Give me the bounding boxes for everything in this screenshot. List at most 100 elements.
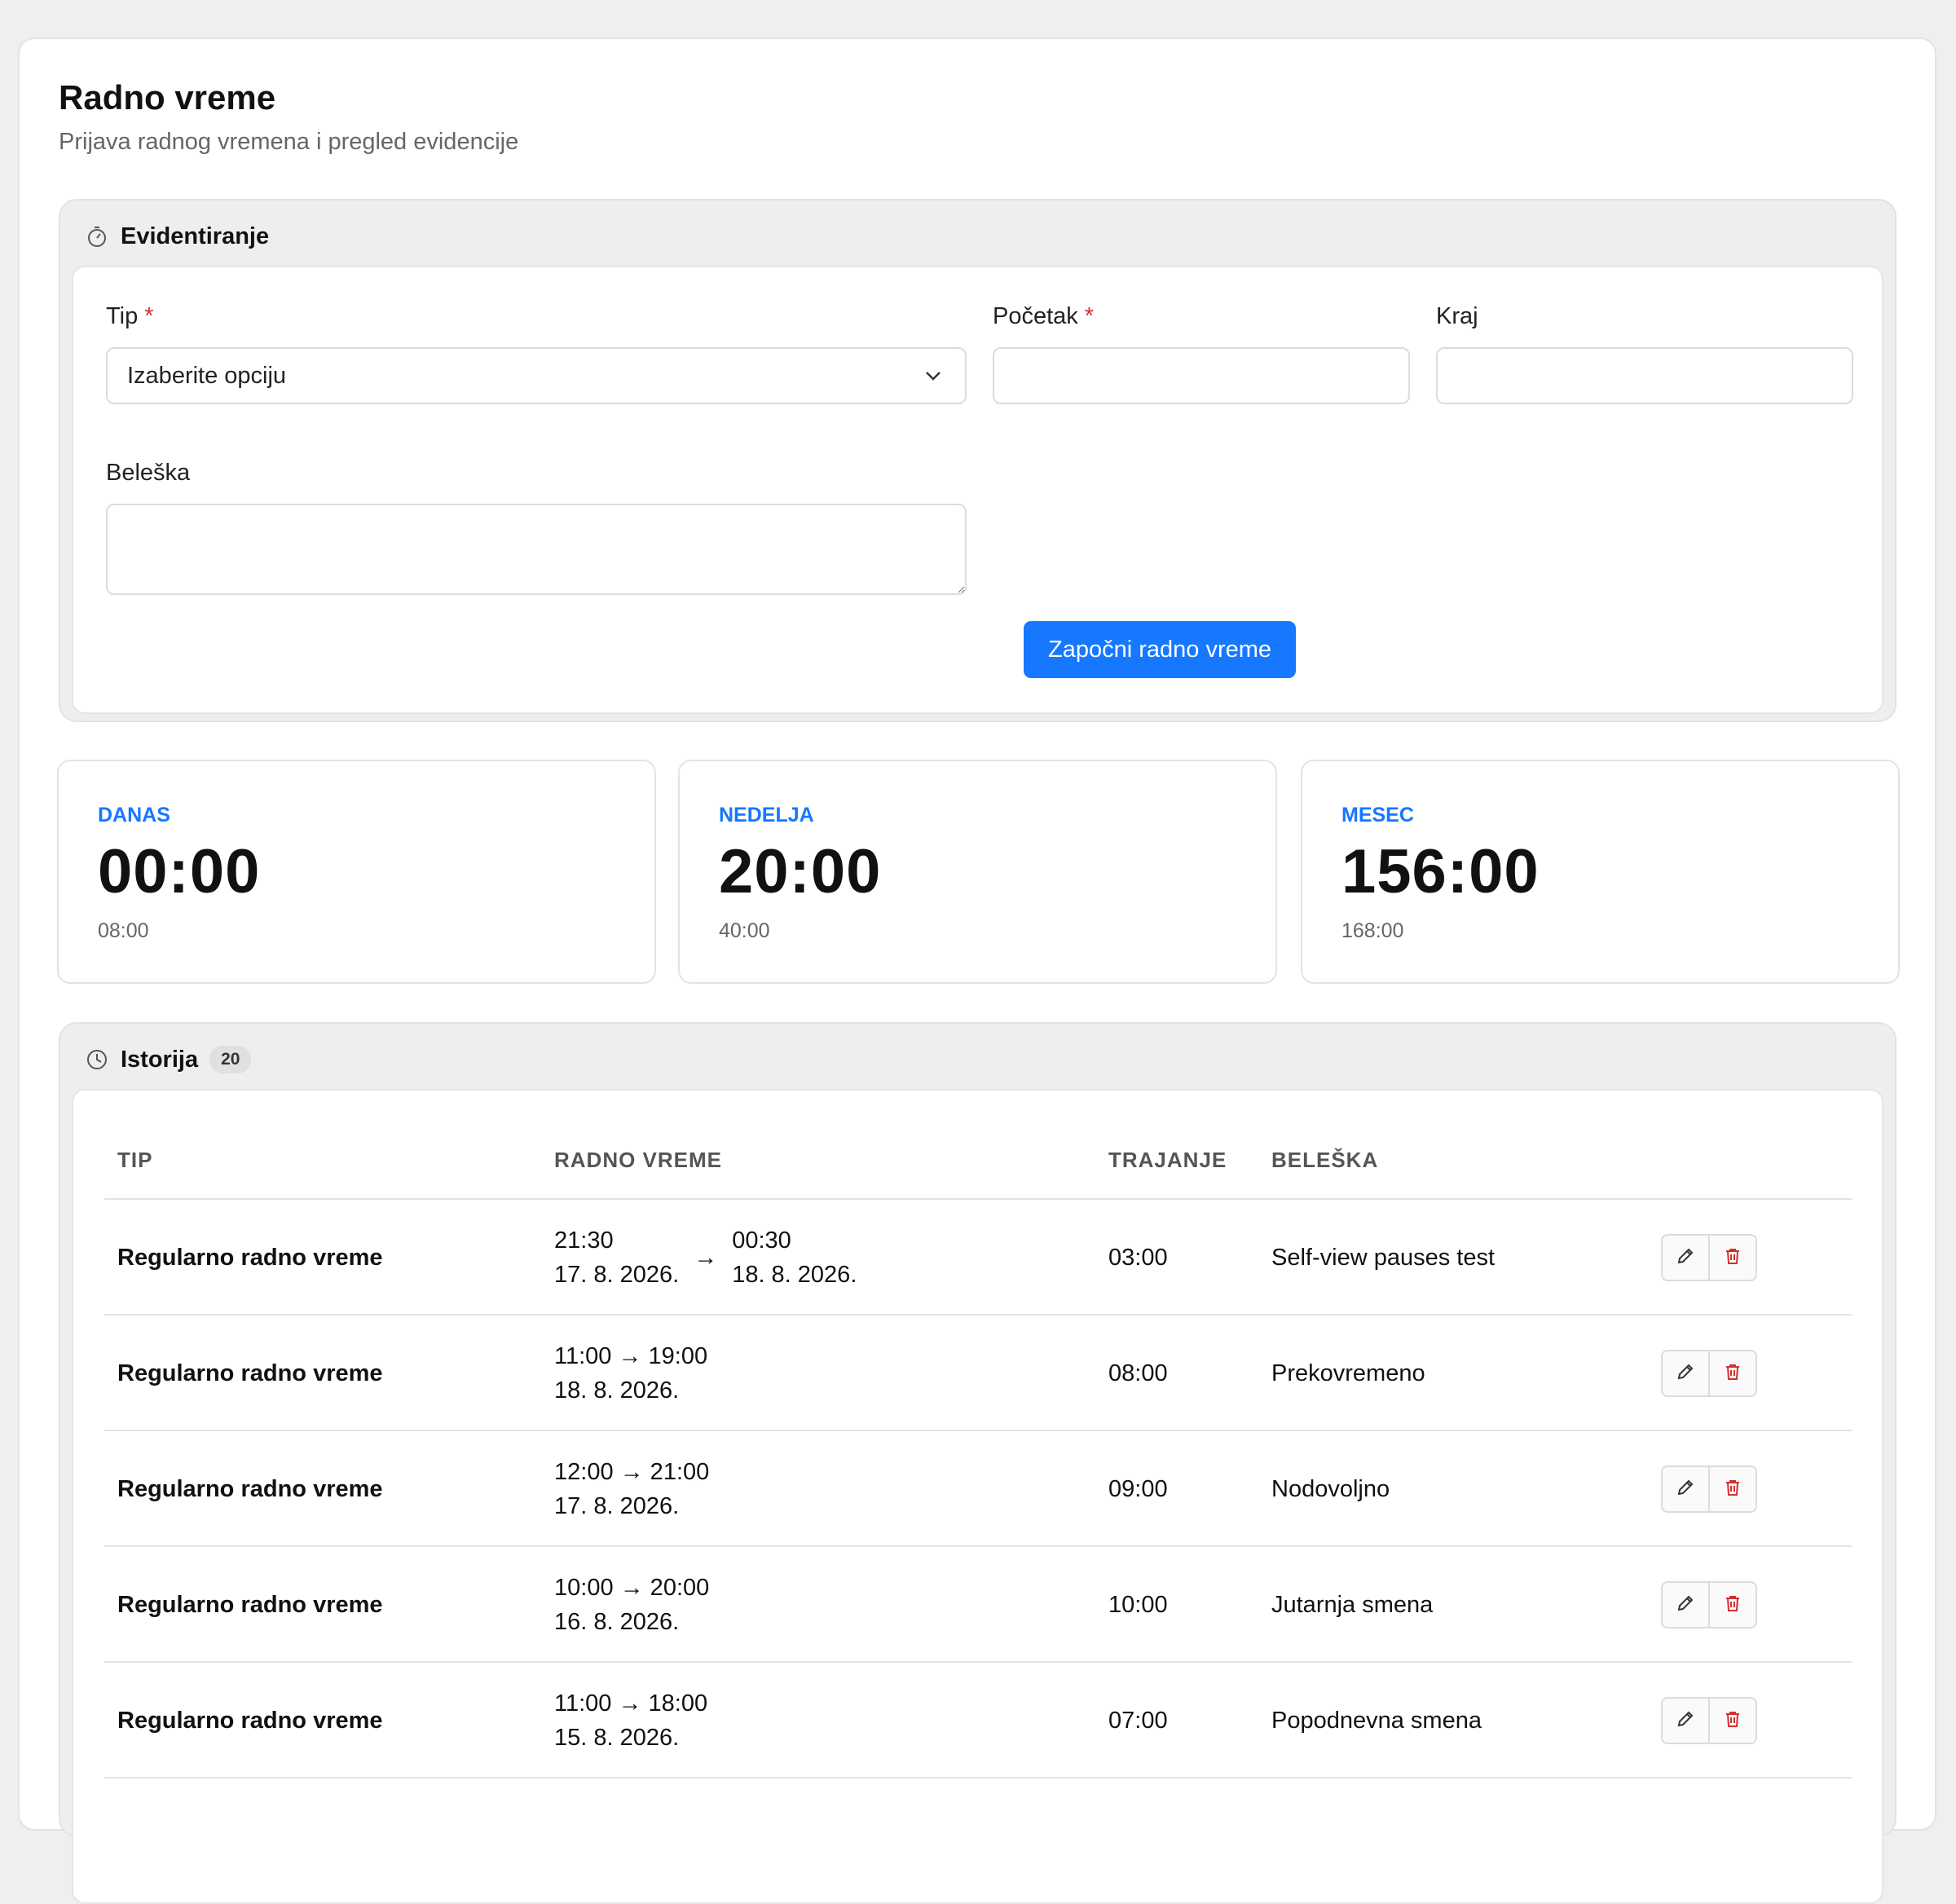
table-row: Regularno radno vreme 11:00 → 18:00 15. … — [104, 1663, 1852, 1778]
delete-button[interactable] — [1708, 1236, 1756, 1280]
tracking-form: Tip * Izaberite opciju Početak * Kraj Bele… — [72, 266, 1883, 714]
row-work-time: 21:30 17. 8. 2026. → 00:30 18. 8. 2026. — [554, 1200, 857, 1316]
pencil-icon — [1676, 1593, 1695, 1617]
stat-label: MESEC — [1341, 804, 1414, 826]
row-time-range: 11:00 → 19:00 — [554, 1343, 708, 1369]
edit-button[interactable] — [1663, 1583, 1708, 1627]
table-row: Regularno radno vreme 11:00 → 19:00 18. … — [104, 1316, 1852, 1431]
chevron-down-icon — [923, 365, 944, 393]
row-note: Nodovoljno — [1271, 1475, 1390, 1502]
row-type: Regularno radno vreme — [117, 1591, 383, 1618]
stat-label: NEDELJA — [719, 804, 814, 826]
column-header-duration: TRAJANJE — [1108, 1148, 1227, 1172]
trash-icon — [1723, 1362, 1742, 1386]
trash-icon — [1723, 1709, 1742, 1733]
row-actions — [1661, 1234, 1757, 1281]
stat-target: 08:00 — [98, 919, 149, 942]
stat-card-today: DANAS 00:00 08:00 — [57, 760, 656, 984]
end-input[interactable] — [1436, 347, 1853, 404]
type-select-value: Izaberite opciju — [127, 362, 287, 389]
pencil-icon — [1676, 1709, 1695, 1733]
row-start-time: 21:30 — [554, 1227, 614, 1254]
row-note: Popodnevna smena — [1271, 1707, 1482, 1734]
pencil-icon — [1676, 1246, 1695, 1270]
row-actions — [1661, 1465, 1757, 1513]
row-duration: 03:00 — [1108, 1244, 1168, 1271]
table-row: Regularno radno vreme 10:00 → 20:00 16. … — [104, 1547, 1852, 1663]
delete-button[interactable] — [1708, 1583, 1756, 1627]
arrow-right-icon: → — [694, 1245, 718, 1271]
row-type: Regularno radno vreme — [117, 1475, 383, 1502]
row-actions — [1661, 1697, 1757, 1744]
row-date: 15. 8. 2026. — [554, 1725, 680, 1751]
tracking-panel-header: Evidentiranje — [85, 220, 269, 253]
row-time-range: 11:00 → 18:00 — [554, 1690, 708, 1717]
note-label: Beleška — [106, 460, 191, 486]
delete-button[interactable] — [1708, 1699, 1756, 1743]
stat-card-week: NEDELJA 20:00 40:00 — [678, 760, 1277, 984]
row-time-range: 10:00 → 20:00 — [554, 1575, 710, 1601]
stat-value: 156:00 — [1341, 837, 1540, 906]
stat-target: 168:00 — [1341, 919, 1404, 942]
end-label: Kraj — [1436, 303, 1478, 329]
row-type: Regularno radno vreme — [117, 1244, 383, 1271]
stat-value: 20:00 — [719, 837, 882, 906]
row-duration: 08:00 — [1108, 1360, 1168, 1386]
row-work-time: 11:00 → 19:00 18. 8. 2026. — [554, 1316, 707, 1431]
start-label: Početak * — [993, 303, 1095, 329]
row-end-time: 00:30 — [732, 1227, 791, 1254]
history-panel-header: Istorija 20 — [85, 1043, 252, 1076]
stat-card-month: MESEC 156:00 168:00 — [1301, 760, 1900, 984]
delete-button[interactable] — [1708, 1351, 1756, 1395]
row-divider — [104, 1777, 1852, 1778]
history-panel-title: Istorija — [121, 1046, 199, 1073]
table-row: Regularno radno vreme 12:00 → 21:00 17. … — [104, 1431, 1852, 1547]
edit-button[interactable] — [1663, 1467, 1708, 1511]
row-work-time: 12:00 → 21:00 17. 8. 2026. — [554, 1431, 709, 1547]
row-date: 18. 8. 2026. — [554, 1377, 680, 1404]
history-count-badge: 20 — [209, 1046, 252, 1073]
row-type: Regularno radno vreme — [117, 1707, 383, 1734]
tracking-panel-title: Evidentiranje — [121, 223, 270, 249]
pencil-icon — [1676, 1478, 1695, 1501]
table-row: Regularno radno vreme 21:30 17. 8. 2026.… — [104, 1200, 1852, 1316]
page-title: Radno vreme — [59, 78, 276, 117]
row-work-time: 10:00 → 20:00 16. 8. 2026. — [554, 1547, 709, 1663]
tracking-panel: Evidentiranje Tip * Izaberite opciju Poče… — [59, 199, 1897, 722]
row-note: Jutarnja smena — [1271, 1591, 1434, 1618]
row-time-range: 12:00 → 21:00 — [554, 1459, 710, 1485]
row-date: 16. 8. 2026. — [554, 1609, 680, 1635]
stopwatch-icon — [85, 224, 109, 249]
row-note: Prekovremeno — [1271, 1360, 1425, 1386]
row-type: Regularno radno vreme — [117, 1360, 383, 1386]
delete-button[interactable] — [1708, 1467, 1756, 1511]
edit-button[interactable] — [1663, 1351, 1708, 1395]
stat-target: 40:00 — [719, 919, 770, 942]
pencil-icon — [1676, 1362, 1695, 1386]
type-select[interactable]: Izaberite opciju — [106, 347, 967, 404]
trash-icon — [1723, 1478, 1742, 1501]
row-end-date: 18. 8. 2026. — [732, 1262, 857, 1288]
row-actions — [1661, 1350, 1757, 1397]
stat-label: DANAS — [98, 804, 170, 826]
start-input[interactable] — [993, 347, 1410, 404]
row-note: Self-view pauses test — [1271, 1244, 1496, 1271]
edit-button[interactable] — [1663, 1236, 1708, 1280]
trash-icon — [1723, 1246, 1742, 1270]
row-actions — [1661, 1581, 1757, 1629]
row-duration: 07:00 — [1108, 1707, 1168, 1734]
note-textarea[interactable] — [106, 504, 967, 595]
row-date: 17. 8. 2026. — [554, 1493, 680, 1519]
clock-icon — [85, 1047, 109, 1072]
column-header-note: BELEŠKA — [1271, 1148, 1379, 1172]
column-header-work-time: RADNO VREME — [554, 1148, 723, 1172]
start-work-button[interactable]: Započni radno vreme — [1024, 621, 1296, 678]
column-header-type: TIP — [117, 1148, 153, 1172]
row-work-time: 11:00 → 18:00 15. 8. 2026. — [554, 1663, 707, 1778]
row-start-date: 17. 8. 2026. — [554, 1262, 680, 1288]
trash-icon — [1723, 1593, 1742, 1617]
stat-value: 00:00 — [98, 837, 261, 906]
page-subtitle: Prijava radnog vremena i pregled evidenc… — [59, 129, 519, 155]
row-duration: 10:00 — [1108, 1591, 1168, 1618]
edit-button[interactable] — [1663, 1699, 1708, 1743]
